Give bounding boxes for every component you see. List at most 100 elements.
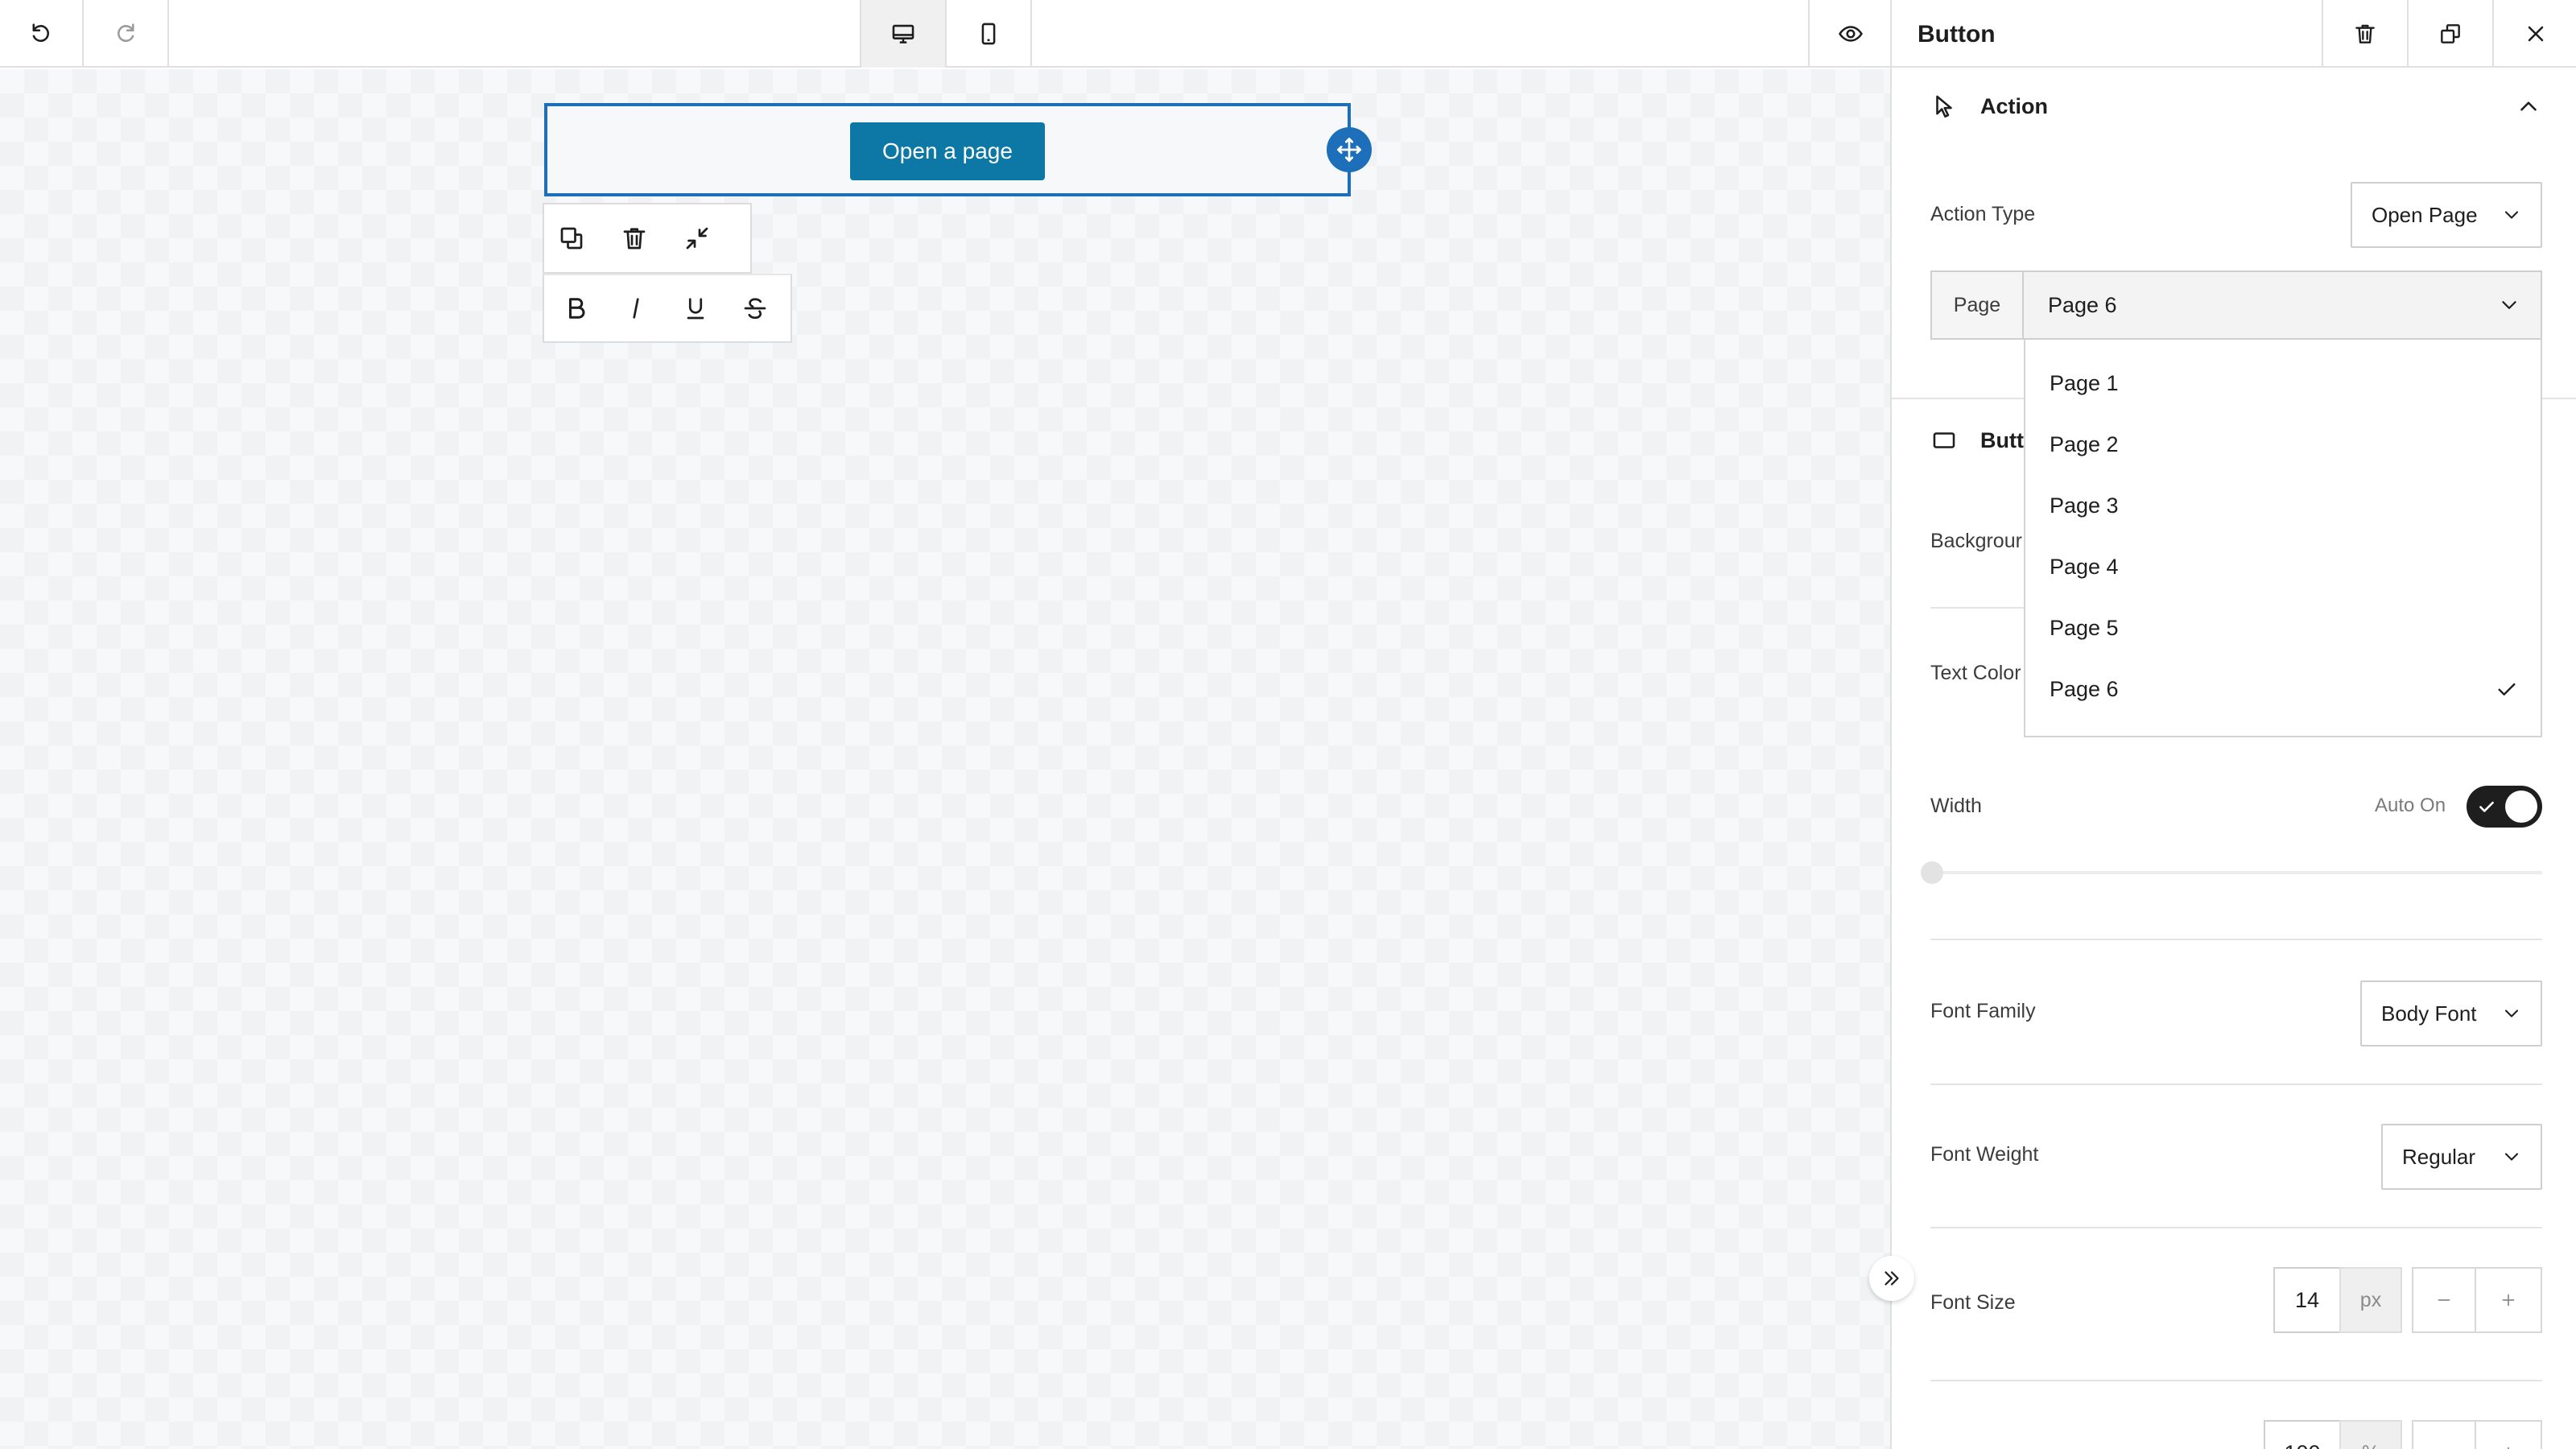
selected-button-block[interactable]: Open a page — [544, 103, 1351, 196]
desktop-icon — [890, 20, 917, 47]
text-format-toolbar — [543, 274, 792, 343]
font-weight-value: Regular — [2402, 1144, 2476, 1169]
button-section-title: Butt — [1980, 427, 2024, 452]
line-height-decrement-button[interactable] — [2412, 1420, 2476, 1449]
page-option-label: Page 2 — [2050, 431, 2119, 456]
row-divider — [1930, 1380, 2542, 1381]
undo-icon — [27, 20, 55, 47]
eye-icon — [1837, 20, 1864, 47]
font-family-label: Font Family — [1930, 1000, 2036, 1022]
auto-width-toggle[interactable] — [2467, 786, 2542, 828]
desktop-view-button[interactable] — [860, 0, 947, 68]
page-select-current: Page 6 — [2048, 292, 2117, 317]
trash-icon — [2352, 21, 2378, 47]
width-slider-thumb[interactable] — [1921, 861, 1943, 884]
page-dropdown-menu: Page 1 Page 2 Page 3 Page 4 Page 5 Page … — [2024, 340, 2542, 737]
font-family-select[interactable]: Body Font — [2360, 980, 2542, 1046]
page-option[interactable]: Page 3 — [2025, 475, 2541, 536]
action-type-value: Open Page — [2372, 202, 2478, 227]
block-toolbar — [543, 203, 752, 274]
mobile-icon — [975, 20, 1002, 47]
page-select-label: Page — [1932, 272, 2024, 338]
undo-button[interactable] — [0, 0, 84, 68]
button-shape-icon — [1930, 427, 1958, 454]
action-type-label: Action Type — [1930, 203, 2036, 225]
font-size-unit[interactable]: px — [2339, 1267, 2402, 1333]
strikethrough-icon — [741, 294, 770, 323]
chevron-down-icon — [2497, 293, 2521, 317]
row-divider — [1930, 939, 2542, 940]
minus-icon — [2434, 1290, 2454, 1311]
page-option-label: Page 4 — [2050, 554, 2119, 579]
settings-panel: Button Action Action Type Open Page Page… — [1890, 0, 2576, 1449]
plus-icon — [2498, 1443, 2519, 1449]
strikethrough-button[interactable] — [739, 292, 771, 324]
duplicate-element-button[interactable] — [2407, 0, 2492, 68]
panel-header: Button — [1892, 0, 2576, 68]
editor-canvas[interactable]: Open a page — [0, 69, 1890, 1449]
close-panel-button[interactable] — [2492, 0, 2576, 68]
font-size-label: Font Size — [1930, 1291, 2016, 1314]
chevron-up-icon — [2515, 93, 2542, 120]
italic-icon — [621, 294, 650, 323]
page-select[interactable]: Page Page 6 — [1930, 270, 2542, 340]
line-height-unit[interactable]: % — [2339, 1420, 2402, 1449]
minus-icon — [2434, 1443, 2454, 1449]
collapse-panel-button[interactable] — [1869, 1256, 1914, 1301]
action-section-header[interactable]: Action — [1930, 86, 2542, 126]
trash-icon — [620, 224, 649, 253]
row-divider — [1930, 1227, 2542, 1228]
chevron-down-icon — [2500, 1002, 2523, 1025]
redo-icon — [112, 20, 139, 47]
underline-button[interactable] — [679, 292, 712, 324]
checkmark-icon — [2494, 676, 2520, 702]
text-color-label: Text Color — [1930, 662, 2021, 684]
preview-button[interactable] — [1808, 0, 1892, 68]
page-option[interactable]: Page 5 — [2025, 597, 2541, 658]
move-handle[interactable] — [1327, 127, 1372, 172]
delete-element-button[interactable] — [2322, 0, 2407, 68]
auto-on-label: Auto On — [2375, 795, 2446, 816]
page-option-selected[interactable]: Page 6 — [2025, 658, 2541, 720]
width-slider-track[interactable] — [1930, 871, 2542, 874]
duplicate-icon — [557, 224, 586, 253]
page-option[interactable]: Page 4 — [2025, 536, 2541, 597]
mobile-view-button[interactable] — [947, 0, 1032, 68]
page-option[interactable]: Page 1 — [2025, 353, 2541, 414]
row-divider — [1930, 1084, 2542, 1085]
top-toolbar — [0, 0, 1890, 68]
duplicate-block-button[interactable] — [555, 222, 588, 254]
font-size-decrement-button[interactable] — [2412, 1267, 2476, 1333]
page-option-label: Page 5 — [2050, 615, 2119, 640]
delete-block-button[interactable] — [618, 222, 650, 254]
action-type-select[interactable]: Open Page — [2351, 182, 2542, 248]
page-option-label: Page 3 — [2050, 493, 2119, 518]
line-height-input[interactable]: 100 — [2264, 1420, 2341, 1449]
duplicate-icon — [2438, 21, 2463, 47]
page-select-value[interactable]: Page 6 — [2024, 272, 2541, 338]
panel-title: Button — [1918, 21, 1996, 47]
font-size-increment-button[interactable] — [2475, 1267, 2542, 1333]
chevron-down-icon — [2500, 204, 2523, 226]
page-option[interactable]: Page 2 — [2025, 414, 2541, 475]
redo-button[interactable] — [84, 0, 169, 68]
font-family-value: Body Font — [2381, 1001, 2477, 1026]
font-size-input[interactable]: 14 — [2273, 1267, 2341, 1333]
underline-icon — [681, 294, 710, 323]
width-label: Width — [1930, 795, 1982, 817]
font-weight-select[interactable]: Regular — [2381, 1124, 2542, 1190]
close-icon — [2523, 21, 2549, 47]
bold-button[interactable] — [560, 292, 592, 324]
move-arrows-icon — [1335, 135, 1364, 164]
chevron-down-icon — [2500, 1146, 2523, 1168]
collapse-arrows-icon — [683, 224, 712, 253]
background-label: Backgrour — [1930, 530, 2022, 552]
bold-icon — [562, 294, 591, 323]
open-page-button[interactable]: Open a page — [850, 122, 1045, 180]
shrink-block-button[interactable] — [681, 222, 713, 254]
line-height-increment-button[interactable] — [2475, 1420, 2542, 1449]
double-chevron-right-icon — [1880, 1266, 1904, 1290]
action-section-title: Action — [1980, 93, 2048, 118]
italic-button[interactable] — [620, 292, 652, 324]
page-option-label: Page 6 — [2050, 676, 2119, 701]
